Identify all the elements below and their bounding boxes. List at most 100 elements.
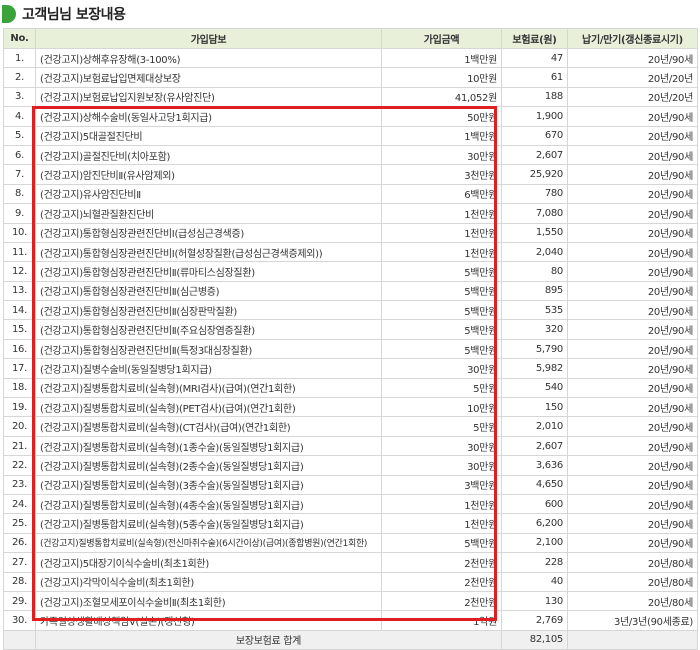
table-row: 14. (건강고지)통합형심장관련진단비Ⅱ(심장판막질환) 5백만원 535 20년/9… <box>3 300 698 321</box>
coverage-name: (건강고지)골절진단비(치아포함) <box>35 144 382 166</box>
coverage-amount: 41,052원 <box>381 86 502 108</box>
table-row: 6. (건강고지)골절진단비(치아포함) 30만원 2,607 20년/90세 <box>3 144 698 166</box>
coverage-name: (건강고지)통합형심장관련진단비Ⅱ(심장판막질환) <box>35 300 382 321</box>
premium: 25,920 <box>501 164 568 185</box>
table-row: 16. (건강고지)통합형심장관련진단비Ⅱ(특정3대심장질환) 5백만원 5,790 2… <box>3 338 698 360</box>
row-number: 9. <box>3 203 36 224</box>
premium: 600 <box>501 493 568 515</box>
table-row: 27. (건강고지)5대장기이식수술비(최초1회한) 2천만원 228 20년/80세 <box>3 552 698 573</box>
payment-term: 20년/90세 <box>567 241 698 263</box>
coverage-amount: 1억원 <box>381 610 502 631</box>
row-number: 1. <box>3 47 36 69</box>
coverage-amount: 5만원 <box>381 416 502 437</box>
payment-term: 20년/90세 <box>567 513 698 534</box>
coverage-name: (건강고지)질병통합치료비(실속형)(전신마취수술)(6시간이상)(급여)(종합… <box>35 532 382 554</box>
coverage-amount: 5백만원 <box>381 338 502 360</box>
row-number: 11. <box>3 241 36 263</box>
row-number: 15. <box>3 319 36 340</box>
coverage-amount: 1천만원 <box>381 222 502 243</box>
premium: 47 <box>501 47 568 69</box>
payment-term: 20년/90세 <box>567 222 698 243</box>
table-row: 2. (건강고지)보험료납입면제대상보장 10만원 61 20년/20년 <box>3 67 698 88</box>
coverage-name: (건강고지)유사암진단비Ⅱ <box>35 183 382 205</box>
table-row: 12. (건강고지)통합형심장관련진단비Ⅱ(류마티스심장질환) 5백만원 80 20년/… <box>3 261 698 282</box>
coverage-name: (건강고지)질병통합치료비(실속형)(5종수술)(동일질병당1회지급) <box>35 513 382 534</box>
premium: 150 <box>501 397 568 418</box>
col-header-amount: 가입금액 <box>381 28 502 49</box>
coverage-amount: 1천만원 <box>381 493 502 515</box>
coverage-name: (건강고지)각막이식수술비(최초1회한) <box>35 571 382 592</box>
row-number: 2. <box>3 67 36 88</box>
coverage-name: (건강고지)보험료납입지원보장(유사암진단) <box>35 86 382 108</box>
coverage-name: (건강고지)통합형심장관련진단비Ⅱ(특정3대심장질환) <box>35 338 382 360</box>
row-number: 30. <box>3 610 36 631</box>
row-number: 22. <box>3 455 36 476</box>
premium: 535 <box>501 300 568 321</box>
payment-term: 20년/20년 <box>567 67 698 88</box>
premium: 540 <box>501 377 568 399</box>
premium: 2,607 <box>501 144 568 166</box>
table-row: 22. (건강고지)질병통합치료비(실속형)(2종수술)(동일질병당1회지급) 30… <box>3 455 698 476</box>
coverage-amount: 10만원 <box>381 67 502 88</box>
payment-term: 20년/90세 <box>567 261 698 282</box>
table-row: 25. (건강고지)질병통합치료비(실속형)(5종수술)(동일질병당1회지급) 1천… <box>3 513 698 534</box>
premium: 895 <box>501 280 568 302</box>
payment-term: 20년/90세 <box>567 416 698 437</box>
payment-term: 20년/90세 <box>567 319 698 340</box>
coverage-name: (건강고지)뇌혈관질환진단비 <box>35 203 382 224</box>
table-row: 11. (건강고지)통합형심장관련진단비Ⅰ(허혈성장질환(급성심근경색증제외)) 1… <box>3 241 698 263</box>
row-number: 6. <box>3 144 36 166</box>
coverage-name: (건강고지)질병통합치료비(실속형)(PET검사)(급여)(연간1회한) <box>35 397 382 418</box>
row-number: 27. <box>3 552 36 573</box>
payment-term: 20년/80세 <box>567 552 698 573</box>
coverage-name: (건강고지)조혈모세포이식수술비Ⅱ(최초1회한) <box>35 590 382 612</box>
row-number: 14. <box>3 300 36 321</box>
coverage-amount: 30만원 <box>381 144 502 166</box>
table-row: 20. (건강고지)질병통합치료비(실속형)(CT검사)(급여)(연간1회한) 5만… <box>3 416 698 437</box>
table-row: 13. (건강고지)통합형심장관련진단비Ⅱ(심근병증) 5백만원 895 20년/90세 <box>3 280 698 302</box>
total-label: 보장보험료 합계 <box>35 629 502 650</box>
total-row: 보장보험료 합계 82,105 <box>3 629 698 650</box>
table-row: 26. (건강고지)질병통합치료비(실속형)(전신마취수술)(6시간이상)(급여)… <box>3 532 698 554</box>
col-header-term: 납기/만기(갱신종료시기) <box>567 28 698 49</box>
coverage-amount: 2천만원 <box>381 590 502 612</box>
payment-term: 20년/90세 <box>567 300 698 321</box>
table-row: 29. (건강고지)조혈모세포이식수술비Ⅱ(최초1회한) 2천만원 130 20년/80… <box>3 590 698 612</box>
coverage-amount: 5백만원 <box>381 280 502 302</box>
row-number: 29. <box>3 590 36 612</box>
coverage-amount: 1백만원 <box>381 47 502 69</box>
premium: 80 <box>501 261 568 282</box>
payment-term: 20년/90세 <box>567 455 698 476</box>
row-number: 12. <box>3 261 36 282</box>
row-number: 10. <box>3 222 36 243</box>
section-title: 고객님님 보장내용 <box>22 7 126 23</box>
coverage-amount: 3백만원 <box>381 474 502 495</box>
row-number: 3. <box>3 86 36 108</box>
coverage-amount: 5백만원 <box>381 261 502 282</box>
coverage-name: (건강고지)5대장기이식수술비(최초1회한) <box>35 552 382 573</box>
coverage-name: (건강고지)통합형심장관련진단비Ⅱ(류마티스심장질환) <box>35 261 382 282</box>
row-number: 26. <box>3 532 36 554</box>
coverage-amount: 30만원 <box>381 435 502 457</box>
coverage-name: (건강고지)질병수술비(동일질병당1회지급) <box>35 358 382 379</box>
row-number: 21. <box>3 435 36 457</box>
section-header: 고객님님 보장내용 <box>0 2 126 26</box>
coverage-name: (건강고지)질병통합치료비(실속형)(4종수술)(동일질병당1회지급) <box>35 493 382 515</box>
premium: 4,650 <box>501 474 568 495</box>
premium: 1,900 <box>501 106 568 127</box>
table-header-row: No. 가입담보 가입금액 보험료(원) 납기/만기(갱신종료시기) <box>3 28 698 49</box>
coverage-amount: 10만원 <box>381 397 502 418</box>
coverage-name: (건강고지)상해수술비(동일사고당1회지급) <box>35 106 382 127</box>
table-row: 8. (건강고지)유사암진단비Ⅱ 6백만원 780 20년/90세 <box>3 183 698 205</box>
payment-term: 20년/80세 <box>567 571 698 592</box>
premium: 5,982 <box>501 358 568 379</box>
coverage-amount: 2천만원 <box>381 571 502 592</box>
payment-term: 20년/90세 <box>567 397 698 418</box>
coverage-amount: 5백만원 <box>381 319 502 340</box>
coverage-name: (건강고지)통합형심장관련진단비Ⅱ(주요심장염증질환) <box>35 319 382 340</box>
table-row: 15. (건강고지)통합형심장관련진단비Ⅱ(주요심장염증질환) 5백만원 320 20년… <box>3 319 698 340</box>
table-row: 18. (건강고지)질병통합치료비(실속형)(MRI검사)(급여)(연간1회한) 5… <box>3 377 698 399</box>
coverage-name: (건강고지)통합형심장관련진단비Ⅰ(허혈성장질환(급성심근경색증제외)) <box>35 241 382 263</box>
premium: 228 <box>501 552 568 573</box>
payment-term: 20년/90세 <box>567 47 698 69</box>
